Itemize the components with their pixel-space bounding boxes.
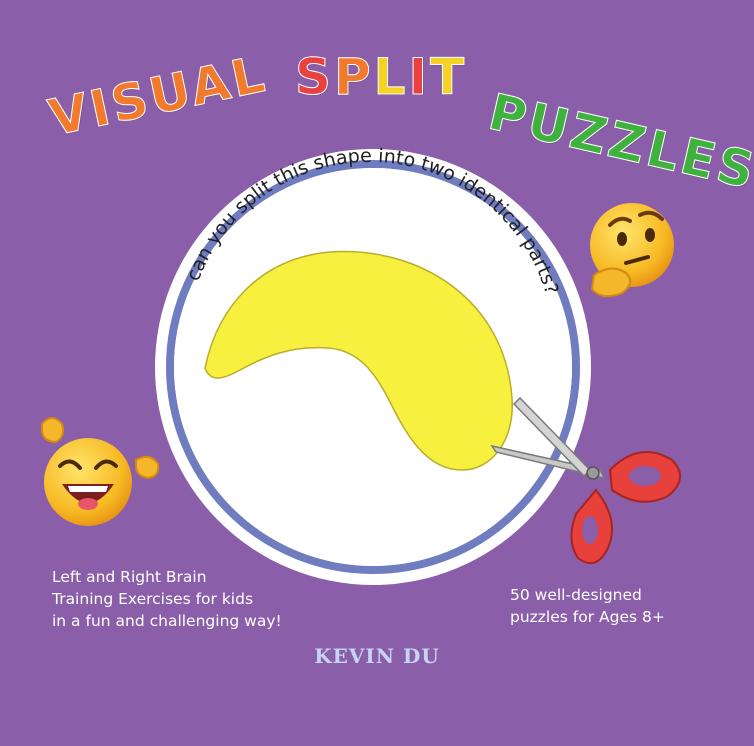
book-cover: can you split this shape into two identi… — [0, 0, 754, 746]
blurb-line: Left and Right Brain — [52, 568, 207, 586]
title-word-split: SPLIT — [294, 48, 468, 107]
blurb-line: 50 well-designed — [510, 586, 642, 604]
blurb-line: Training Exercises for kids — [52, 590, 254, 608]
blurb-line: in a fun and challenging way! — [52, 612, 282, 630]
blurb-right: 50 well-designed puzzles for Ages 8+ — [510, 584, 740, 628]
split-letter: S — [294, 48, 335, 107]
split-letter: I — [408, 48, 431, 107]
blurb-left: Left and Right Brain Training Exercises … — [52, 566, 342, 632]
laughing-face-icon — [41, 417, 160, 526]
author-name: KEVIN DU — [314, 644, 440, 668]
blurb-line: puzzles for Ages 8+ — [510, 608, 665, 626]
split-letter: L — [373, 48, 409, 107]
split-letter: T — [430, 48, 468, 107]
thinking-face-icon — [590, 203, 674, 298]
split-letter: P — [334, 48, 374, 107]
